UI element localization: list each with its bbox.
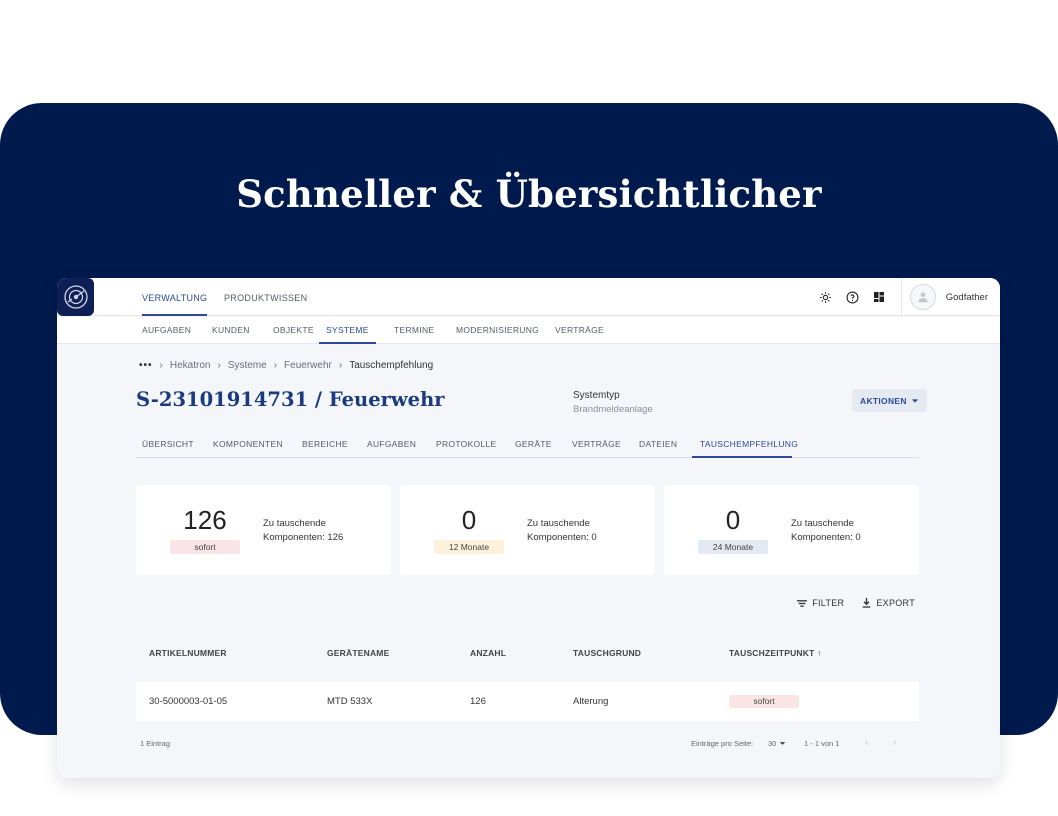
breadcrumb: ••• › Hekatron › Systeme › Feuerwehr › T… bbox=[139, 360, 433, 371]
app-window: VERWALTUNG PRODUKTWISSEN Godfather AUFGA… bbox=[57, 278, 1000, 778]
chevron-right-icon: › bbox=[217, 360, 221, 371]
help-icon[interactable] bbox=[839, 278, 866, 316]
sub-tab-termine[interactable]: TERMINE bbox=[394, 317, 434, 344]
card-tag: 12 Monate bbox=[434, 540, 504, 554]
summary-card-12-monate: 0 12 Monate Zu tauschende Komponenten: 0 bbox=[400, 485, 655, 575]
caret-down-icon bbox=[780, 742, 786, 745]
cell-anzahl: 126 bbox=[470, 696, 486, 707]
per-page-value: 30 bbox=[768, 739, 777, 748]
breadcrumb-item[interactable]: Hekatron bbox=[170, 360, 211, 371]
card-desc-line1: Zu tauschende bbox=[263, 518, 326, 529]
table-row[interactable]: 30-5000003-01-05 MTD 533X 126 Alterung s… bbox=[136, 682, 919, 721]
column-header-geraetename[interactable]: GERÄTENAME bbox=[327, 648, 389, 658]
stage: Schneller & Übersichtlicher VERWALTUNG P… bbox=[0, 0, 1058, 816]
chevron-right-icon: › bbox=[338, 360, 343, 371]
table-footer: 1 Eintrag Einträge pro Seite: 30 1 - 1 v… bbox=[57, 736, 1000, 756]
card-number: 0 bbox=[461, 505, 477, 535]
summary-card-sofort: 126 sofort Zu tauschende Komponenten: 12… bbox=[136, 485, 391, 575]
tab-bereiche[interactable]: BEREICHE bbox=[302, 434, 348, 458]
user-menu[interactable]: Godfather bbox=[900, 278, 1000, 316]
sub-tab-objekte[interactable]: OBJEKTE bbox=[273, 317, 314, 344]
per-page-select[interactable]: 30 bbox=[768, 739, 786, 748]
tab-uebersicht[interactable]: ÜBERSICHT bbox=[142, 434, 194, 458]
export-button[interactable]: EXPORT bbox=[862, 598, 915, 608]
cell-tauschgrund: Alterung bbox=[573, 696, 609, 707]
card-number: 126 bbox=[183, 505, 227, 535]
top-tab-produktwissen[interactable]: PRODUKTWISSEN bbox=[224, 278, 307, 316]
sub-tab-aufgaben[interactable]: AUFGABEN bbox=[142, 317, 191, 344]
hero-headline: Schneller & Übersichtlicher bbox=[236, 172, 822, 216]
per-page-label: Einträge pro Seite: bbox=[691, 739, 754, 748]
column-header-anzahl[interactable]: ANZAHL bbox=[470, 648, 506, 658]
card-desc-line2: Komponenten: 0 bbox=[527, 532, 597, 543]
object-tabs: ÜBERSICHT KOMPONENTEN BEREICHE AUFGABEN … bbox=[136, 434, 919, 458]
caret-down-icon bbox=[911, 398, 918, 403]
page-range: 1 - 1 von 1 bbox=[804, 739, 840, 748]
summary-card-24-monate: 0 24 Monate Zu tauschende Komponenten: 0 bbox=[664, 485, 919, 575]
tab-tauschempfehlung[interactable]: TAUSCHEMPFEHLUNG bbox=[692, 434, 798, 458]
user-name: Godfather bbox=[945, 291, 988, 303]
systemtyp-label: Systemtyp bbox=[573, 390, 620, 401]
table-actions: FILTER EXPORT bbox=[779, 598, 915, 608]
sub-tab-systeme[interactable]: SYSTEME bbox=[319, 317, 376, 344]
systemtyp-value: Brandmeldeanlage bbox=[573, 404, 653, 415]
cell-geraetename: MTD 533X bbox=[327, 696, 373, 707]
tab-aufgaben[interactable]: AUFGABEN bbox=[367, 434, 416, 458]
sub-nav: AUFGABEN KUNDEN OBJEKTE SYSTEME TERMINE … bbox=[57, 317, 1000, 344]
breadcrumb-more-icon[interactable]: ••• bbox=[139, 360, 153, 371]
top-tab-verwaltung[interactable]: VERWALTUNG bbox=[142, 278, 208, 316]
aktionen-button[interactable]: AKTIONEN bbox=[852, 389, 927, 412]
status-badge: sofort bbox=[729, 695, 799, 708]
export-label: EXPORT bbox=[876, 598, 915, 608]
column-header-artikelnummer[interactable]: ARTIKELNUMMER bbox=[149, 648, 227, 658]
tab-vertraege[interactable]: VERTRÄGE bbox=[572, 434, 621, 458]
tab-geraete[interactable]: GERÄTE bbox=[515, 434, 552, 458]
table-header: ARTIKELNUMMER GERÄTENAME ANZAHL TAUSCHGR… bbox=[136, 648, 919, 668]
breadcrumb-item[interactable]: Systeme bbox=[228, 360, 267, 371]
card-description: Zu tauschende Komponenten: 0 bbox=[527, 517, 647, 545]
next-page-icon[interactable]: › bbox=[893, 737, 896, 748]
gear-icon[interactable] bbox=[812, 278, 839, 316]
top-bar: VERWALTUNG PRODUKTWISSEN Godfather bbox=[57, 278, 1000, 316]
tab-dateien[interactable]: DATEIEN bbox=[639, 434, 677, 458]
card-description: Zu tauschende Komponenten: 126 bbox=[263, 517, 383, 545]
dashboard-icon[interactable] bbox=[866, 278, 893, 316]
card-description: Zu tauschende Komponenten: 0 bbox=[791, 517, 911, 545]
tab-protokolle[interactable]: PROTOKOLLE bbox=[436, 434, 496, 458]
app-logo-icon[interactable] bbox=[57, 278, 94, 316]
breadcrumb-item[interactable]: Feuerwehr bbox=[284, 360, 332, 371]
tab-komponenten[interactable]: KOMPONENTEN bbox=[213, 434, 283, 458]
card-tag: 24 Monate bbox=[698, 540, 768, 554]
previous-page-icon[interactable]: ‹ bbox=[865, 737, 868, 748]
sub-tab-modernisierung[interactable]: MODERNISIERUNG bbox=[456, 317, 539, 344]
page-title: S-23101914731 / Feuerwehr bbox=[136, 388, 445, 411]
entry-count: 1 Eintrag bbox=[140, 739, 171, 748]
sub-tab-kunden[interactable]: KUNDEN bbox=[212, 317, 250, 344]
filter-icon bbox=[797, 599, 808, 607]
top-icons: Godfather bbox=[812, 278, 1000, 316]
card-desc-line2: Komponenten: 0 bbox=[791, 532, 861, 543]
filter-label: FILTER bbox=[812, 598, 845, 608]
cell-artikelnummer: 30-5000003-01-05 bbox=[149, 696, 228, 707]
column-header-tauschzeitpunkt[interactable]: TAUSCHZEITPUNKT ↑ bbox=[729, 648, 822, 658]
breadcrumb-current: Tauschempfehlung bbox=[349, 360, 434, 371]
card-desc-line1: Zu tauschende bbox=[527, 518, 590, 529]
column-header-tauschgrund[interactable]: TAUSCHGRUND bbox=[573, 648, 641, 658]
chevron-right-icon: › bbox=[159, 360, 163, 371]
aktionen-label: AKTIONEN bbox=[860, 395, 907, 406]
card-desc-line2: Komponenten: 126 bbox=[263, 532, 344, 543]
avatar bbox=[909, 284, 936, 310]
card-desc-line1: Zu tauschende bbox=[791, 518, 854, 529]
card-number: 0 bbox=[725, 505, 741, 535]
card-tag: sofort bbox=[170, 540, 240, 554]
filter-button[interactable]: FILTER bbox=[797, 598, 844, 608]
download-icon bbox=[863, 598, 871, 608]
sub-tab-vertraege[interactable]: VERTRÄGE bbox=[555, 317, 604, 344]
chevron-right-icon: › bbox=[273, 360, 278, 371]
